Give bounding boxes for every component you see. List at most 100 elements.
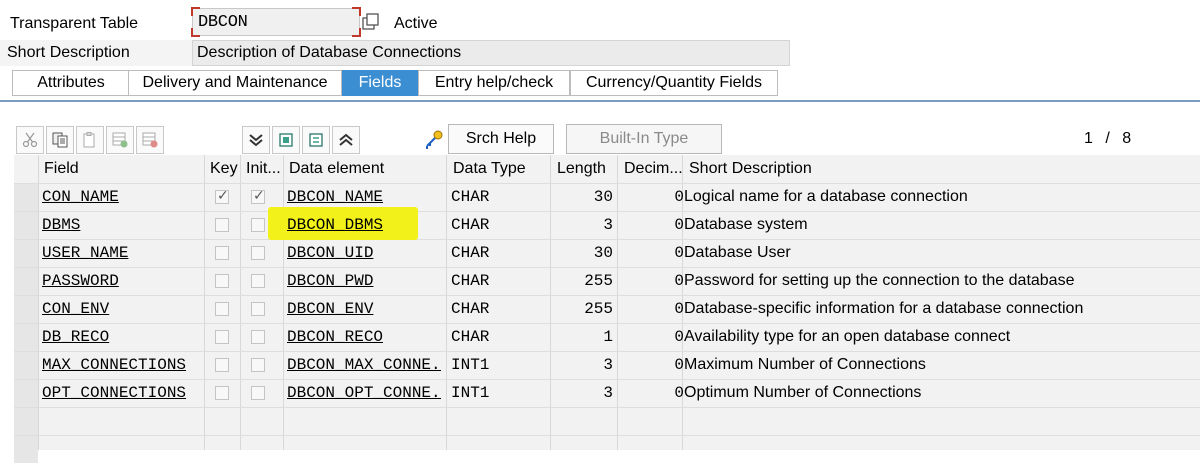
- key-checkbox[interactable]: [215, 218, 229, 232]
- data-element-cell[interactable]: DBCON_RECO: [287, 323, 441, 351]
- data-element-cell[interactable]: DBCON_PWD: [287, 267, 441, 295]
- decimals-cell[interactable]: 0: [620, 239, 684, 267]
- data-type-cell[interactable]: CHAR: [451, 295, 545, 323]
- column-header-short-description[interactable]: Short Description: [689, 155, 1195, 183]
- row-selector[interactable]: [14, 380, 38, 407]
- length-cell[interactable]: 255: [555, 295, 613, 323]
- short-description-cell[interactable]: Database system: [684, 211, 1196, 239]
- tab-currency-quantity-fields[interactable]: Currency/Quantity Fields: [570, 70, 778, 96]
- data-type-cell[interactable]: CHAR: [451, 239, 545, 267]
- row-selector[interactable]: [14, 240, 38, 267]
- field-name-cell[interactable]: DB_RECO: [42, 323, 200, 351]
- initial-checkbox[interactable]: [251, 330, 265, 344]
- decimals-cell[interactable]: 0: [620, 351, 684, 379]
- scroll-up-icon[interactable]: [332, 126, 360, 154]
- length-cell[interactable]: 3: [555, 351, 613, 379]
- table-name-field[interactable]: DBCON: [191, 7, 361, 37]
- key-checkbox[interactable]: [215, 358, 229, 372]
- data-element-cell[interactable]: DBCON_ENV: [287, 295, 441, 323]
- tab-attributes[interactable]: Attributes: [12, 70, 130, 96]
- decimals-cell[interactable]: 0: [620, 323, 684, 351]
- initial-checkbox[interactable]: [251, 302, 265, 316]
- decimals-cell[interactable]: 0: [620, 295, 684, 323]
- initial-checkbox[interactable]: [251, 246, 265, 260]
- initial-checkbox[interactable]: [251, 274, 265, 288]
- paste-icon[interactable]: [76, 126, 104, 154]
- data-type-cell[interactable]: CHAR: [451, 267, 545, 295]
- short-description-field[interactable]: Description of Database Connections: [192, 40, 790, 66]
- decimals-cell[interactable]: 0: [620, 379, 684, 407]
- initial-checkbox[interactable]: [251, 187, 265, 204]
- field-name-cell[interactable]: CON_ENV: [42, 295, 200, 323]
- data-type-cell[interactable]: INT1: [451, 379, 545, 407]
- data-element-cell[interactable]: DBCON_MAX_CONNE...: [287, 351, 441, 379]
- short-description-cell[interactable]: Logical name for a database connection: [684, 183, 1196, 211]
- key-icon[interactable]: [420, 126, 448, 154]
- collapse-icon[interactable]: [242, 126, 270, 154]
- short-description-cell[interactable]: Database User: [684, 239, 1196, 267]
- field-name-cell[interactable]: OPT_CONNECTIONS: [42, 379, 200, 407]
- initial-checkbox[interactable]: [251, 386, 265, 400]
- row-selector[interactable]: [14, 212, 38, 239]
- data-type-cell[interactable]: CHAR: [451, 183, 545, 211]
- short-description-cell[interactable]: Maximum Number of Connections: [684, 351, 1196, 379]
- cut-icon[interactable]: [16, 126, 44, 154]
- tab-entry-help-check[interactable]: Entry help/check: [418, 70, 570, 96]
- key-checkbox[interactable]: [215, 302, 229, 316]
- key-checkbox[interactable]: [215, 187, 229, 204]
- field-name-cell[interactable]: PASSWORD: [42, 267, 200, 295]
- column-header-data-element[interactable]: Data element: [289, 155, 445, 183]
- row-selector[interactable]: [14, 268, 38, 295]
- key-checkbox[interactable]: [215, 274, 229, 288]
- search-help-button[interactable]: Srch Help: [448, 124, 554, 154]
- short-description-cell[interactable]: Password for setting up the connection t…: [684, 267, 1196, 295]
- display-toggle-icon[interactable]: [362, 13, 380, 36]
- data-element-cell[interactable]: DBCON_DBMS: [287, 211, 441, 239]
- row-selector[interactable]: [14, 324, 38, 351]
- column-header-data-type[interactable]: Data Type: [453, 155, 549, 183]
- data-element-cell[interactable]: DBCON_UID: [287, 239, 441, 267]
- field-name-cell[interactable]: MAX_CONNECTIONS: [42, 351, 200, 379]
- row-selector[interactable]: [14, 296, 38, 323]
- decimals-cell[interactable]: 0: [620, 211, 684, 239]
- row-selector[interactable]: [14, 184, 38, 211]
- length-cell[interactable]: 1: [555, 323, 613, 351]
- data-element-cell[interactable]: DBCON_OPT_CONNE...: [287, 379, 441, 407]
- short-description-cell[interactable]: Database-specific information for a data…: [684, 295, 1196, 323]
- length-cell[interactable]: 255: [555, 267, 613, 295]
- row-selector[interactable]: [14, 352, 38, 379]
- column-header-key[interactable]: Key: [210, 155, 240, 183]
- row-selector[interactable]: [14, 408, 38, 435]
- column-header-length[interactable]: Length: [557, 155, 617, 183]
- initial-checkbox[interactable]: [251, 358, 265, 372]
- length-cell[interactable]: 30: [555, 183, 613, 211]
- data-type-cell[interactable]: CHAR: [451, 211, 545, 239]
- length-cell[interactable]: 30: [555, 239, 613, 267]
- column-header-init[interactable]: Init...: [246, 155, 284, 183]
- initial-checkbox[interactable]: [251, 218, 265, 232]
- short-description-cell[interactable]: Availability type for an open database c…: [684, 323, 1196, 351]
- delete-row-icon[interactable]: [136, 126, 164, 154]
- field-name-cell[interactable]: USER_NAME: [42, 239, 200, 267]
- key-checkbox[interactable]: [215, 386, 229, 400]
- data-type-cell[interactable]: CHAR: [451, 323, 545, 351]
- field-name-cell[interactable]: DBMS: [42, 211, 200, 239]
- tab-fields[interactable]: Fields: [342, 70, 418, 96]
- key-checkbox[interactable]: [215, 246, 229, 260]
- copy-icon[interactable]: [46, 126, 74, 154]
- length-cell[interactable]: 3: [555, 211, 613, 239]
- decimals-cell[interactable]: 0: [620, 267, 684, 295]
- field-name-cell[interactable]: CON_NAME: [42, 183, 200, 211]
- decimals-cell[interactable]: 0: [620, 183, 684, 211]
- column-header-decimals[interactable]: Decim...: [624, 155, 684, 183]
- short-description-cell[interactable]: Optimum Number of Connections: [684, 379, 1196, 407]
- new-rows-icon[interactable]: [272, 126, 300, 154]
- data-type-cell[interactable]: INT1: [451, 351, 545, 379]
- tab-delivery-and-maintenance[interactable]: Delivery and Maintenance: [128, 70, 342, 96]
- data-element-cell[interactable]: DBCON_NAME: [287, 183, 441, 211]
- length-cell[interactable]: 3: [555, 379, 613, 407]
- column-header-field[interactable]: Field: [44, 155, 204, 183]
- expand-rows-icon[interactable]: [302, 126, 330, 154]
- insert-row-icon[interactable]: [106, 126, 134, 154]
- builtin-type-button[interactable]: Built-In Type: [566, 124, 722, 154]
